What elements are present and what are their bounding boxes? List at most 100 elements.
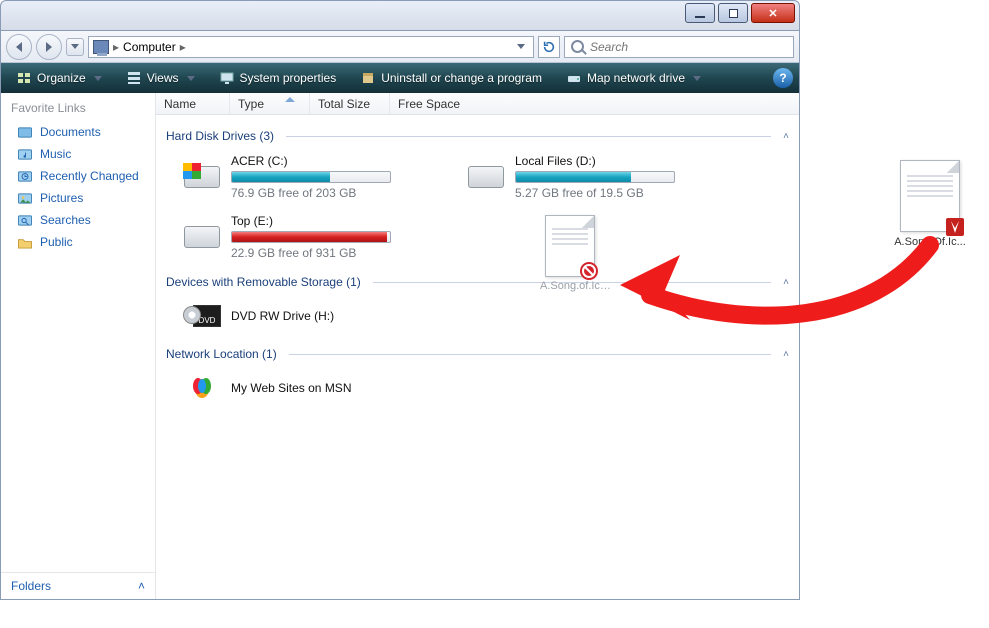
folders-expander[interactable]: Folders ˄	[1, 572, 155, 599]
organize-icon	[16, 70, 32, 86]
drive-top-e[interactable]: Top (E:) 22.9 GB free of 931 GB	[180, 211, 440, 263]
chevron-up-icon: ˄	[783, 349, 789, 360]
group-network-label: Network Location (1)	[166, 347, 277, 361]
drive-local-d[interactable]: Local Files (D:) 5.27 GB free of 19.5 GB	[464, 151, 724, 203]
map-network-drive-button[interactable]: Map network drive	[557, 66, 710, 90]
column-type[interactable]: Type	[230, 93, 310, 114]
pictures-icon	[17, 192, 33, 205]
group-hard-disks-label: Hard Disk Drives (3)	[166, 129, 274, 143]
chevron-down-icon	[693, 76, 701, 81]
sidebar-item-label: Documents	[40, 125, 101, 139]
network-location-msn[interactable]: My Web Sites on MSN	[180, 369, 440, 407]
group-removable-label: Devices with Removable Storage (1)	[166, 275, 361, 289]
sidebar-item-music[interactable]: Music	[1, 143, 155, 165]
group-network-header[interactable]: Network Location (1) ˄	[166, 345, 789, 363]
group-hard-disks-header[interactable]: Hard Disk Drives (3) ˄	[166, 127, 789, 145]
drive-acer-c[interactable]: ACER (C:) 76.9 GB free of 203 GB	[180, 151, 440, 203]
views-button[interactable]: Views	[117, 66, 204, 90]
drive-free-text: 76.9 GB free of 203 GB	[231, 186, 391, 200]
column-type-label: Type	[238, 97, 264, 111]
chevron-up-icon: ˄	[138, 579, 145, 593]
chevron-down-icon	[187, 76, 195, 81]
refresh-button[interactable]	[538, 36, 560, 58]
public-folder-icon	[17, 236, 33, 249]
minimize-button[interactable]	[685, 3, 715, 23]
column-free-space[interactable]: Free Space	[390, 93, 799, 114]
group-removable-header[interactable]: Devices with Removable Storage (1) ˄	[166, 273, 789, 291]
content-area: Favorite Links Documents Music Recently …	[1, 93, 799, 599]
breadcrumb-location[interactable]: Computer	[123, 40, 176, 54]
history-dropdown[interactable]	[66, 38, 84, 56]
sidebar-item-public[interactable]: Public	[1, 231, 155, 253]
back-button[interactable]	[6, 34, 32, 60]
address-dropdown[interactable]	[513, 44, 529, 49]
search-icon	[571, 40, 584, 53]
sidebar-item-pictures[interactable]: Pictures	[1, 187, 155, 209]
breadcrumb-sep: ▸	[113, 40, 119, 54]
sidebar-item-label: Pictures	[40, 191, 83, 205]
drive-name: DVD RW Drive (H:)	[231, 309, 334, 323]
search-box[interactable]	[564, 36, 794, 58]
sidebar-item-label: Music	[40, 147, 71, 161]
documents-icon	[17, 126, 33, 139]
searches-icon	[17, 214, 33, 227]
drive-free-text: 22.9 GB free of 931 GB	[231, 246, 391, 260]
organize-button[interactable]: Organize	[7, 66, 111, 90]
breadcrumb-sep-2: ▸	[180, 40, 186, 54]
file-thumbnail	[900, 160, 960, 232]
group-removable: Devices with Removable Storage (1) ˄ DVD…	[166, 273, 789, 335]
msn-icon	[183, 372, 221, 404]
drive-dvd-h[interactable]: DVD DVD RW Drive (H:)	[180, 297, 440, 335]
sidebar-item-searches[interactable]: Searches	[1, 209, 155, 231]
explorer-window: ▸ Computer ▸ Organize Views System pro	[0, 30, 800, 600]
desktop-file[interactable]: A.Song.Of.Ic...	[890, 160, 970, 248]
help-button[interactable]: ?	[773, 68, 793, 88]
views-label: Views	[147, 71, 179, 85]
chevron-down-icon	[94, 76, 102, 81]
hdd-icon	[183, 161, 221, 193]
hdd-icon	[183, 221, 221, 253]
usage-bar	[231, 231, 391, 243]
group-network: Network Location (1) ˄	[166, 345, 789, 407]
desktop-file-label: A.Song.Of.Ic...	[890, 236, 970, 248]
uninstall-label: Uninstall or change a program	[381, 71, 542, 85]
column-name-label: Name	[164, 97, 196, 111]
music-icon	[17, 148, 33, 161]
usage-bar	[515, 171, 675, 183]
forward-button[interactable]	[36, 34, 62, 60]
sidebar-item-label: Recently Changed	[40, 169, 139, 183]
favorites-header: Favorite Links	[1, 93, 155, 121]
organize-label: Organize	[37, 71, 86, 85]
chevron-up-icon: ˄	[783, 131, 789, 142]
column-total-label: Total Size	[318, 97, 370, 111]
nav-row: ▸ Computer ▸	[1, 31, 799, 63]
folders-label: Folders	[11, 579, 51, 593]
drive-free-text: 5.27 GB free of 19.5 GB	[515, 186, 675, 200]
command-bar: Organize Views System properties Uninsta…	[1, 63, 799, 93]
drive-name: ACER (C:)	[231, 154, 391, 168]
chevron-up-icon: ˄	[783, 277, 789, 288]
group-divider	[286, 136, 771, 137]
monitor-icon	[219, 70, 235, 86]
close-button[interactable]: ✕	[751, 3, 795, 23]
sidebar-item-documents[interactable]: Documents	[1, 121, 155, 143]
network-drive-icon	[566, 70, 582, 86]
views-icon	[126, 70, 142, 86]
group-divider	[289, 354, 771, 355]
uninstall-program-button[interactable]: Uninstall or change a program	[351, 66, 551, 90]
column-free-label: Free Space	[398, 97, 460, 111]
drives-area: Hard Disk Drives (3) ˄ ACER (C:) 76.9 GB…	[156, 115, 799, 599]
group-hard-disks: Hard Disk Drives (3) ˄ ACER (C:) 76.9 GB…	[166, 127, 789, 263]
sidebar-item-recently-changed[interactable]: Recently Changed	[1, 165, 155, 187]
drive-name: Local Files (D:)	[515, 154, 675, 168]
column-total-size[interactable]: Total Size	[310, 93, 390, 114]
maximize-button[interactable]	[718, 3, 748, 23]
search-input[interactable]	[590, 40, 787, 54]
column-name[interactable]: Name	[156, 93, 230, 114]
sysprops-label: System properties	[240, 71, 337, 85]
column-headers: Name Type Total Size Free Space	[156, 93, 799, 115]
address-bar[interactable]: ▸ Computer ▸	[88, 36, 534, 58]
system-properties-button[interactable]: System properties	[210, 66, 346, 90]
computer-icon	[93, 40, 109, 54]
usage-bar	[231, 171, 391, 183]
